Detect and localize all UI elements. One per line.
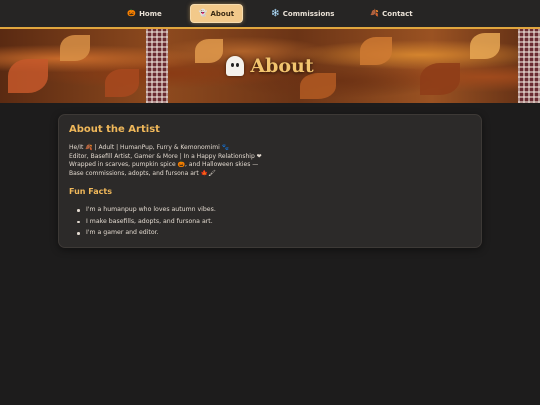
top-nav: 🎃 Home 👻 About ❄️ Commissions 🍂 Contact — [0, 0, 540, 29]
snowflake-icon: ❄️ — [271, 9, 280, 17]
ghost-icon — [226, 56, 245, 76]
nav-about-link[interactable]: 👻 About — [189, 4, 244, 23]
about-card: About the Artist He/It 🍂 | Adult | Human… — [58, 114, 482, 248]
about-heading: About the Artist — [69, 124, 160, 135]
nav-home-link[interactable]: 🎃 Home — [119, 5, 169, 22]
fun-facts-heading: Fun Facts — [69, 187, 112, 196]
autumn-leaves-banner: About — [0, 29, 540, 103]
list-item: I'm a humanpup who loves autumn vibes. — [77, 204, 471, 216]
list-item: I make basefills, adopts, and fursona ar… — [77, 216, 471, 228]
bio-line: Wrapped in scarves, pumpkin spice 🎃, and… — [69, 161, 259, 168]
banner-title-text: About — [250, 55, 314, 77]
list-item: I'm a gamer and editor. — [77, 227, 471, 239]
nav-commissions-link[interactable]: ❄️ Commissions — [263, 5, 342, 22]
bio-line: He/It 🍂 | Adult | HumanPup, Furry & Kemo… — [69, 144, 230, 151]
nav-contact-link[interactable]: 🍂 Contact — [362, 5, 420, 22]
nav-home-label: Home — [139, 9, 162, 18]
bio-line: Editor, Basefill Artist, Gamer & More | … — [69, 152, 262, 160]
ghost-icon: 👻 — [198, 9, 208, 17]
fun-facts-list: I'm a humanpup who loves autumn vibes. I… — [69, 204, 471, 239]
nav-contact-label: Contact — [382, 9, 413, 18]
bio-line: Base commissions, adopts, and fursona ar… — [69, 169, 216, 177]
nav-commissions-label: Commissions — [282, 9, 335, 18]
leaf-icon: 🍂 — [370, 9, 380, 17]
nav-about-label: About — [210, 9, 235, 18]
banner-heading: About — [0, 29, 540, 103]
bio-text: He/It 🍂 | Adult | HumanPup, Furry & Kemo… — [69, 144, 471, 178]
pumpkin-icon: 🎃 — [127, 9, 137, 17]
